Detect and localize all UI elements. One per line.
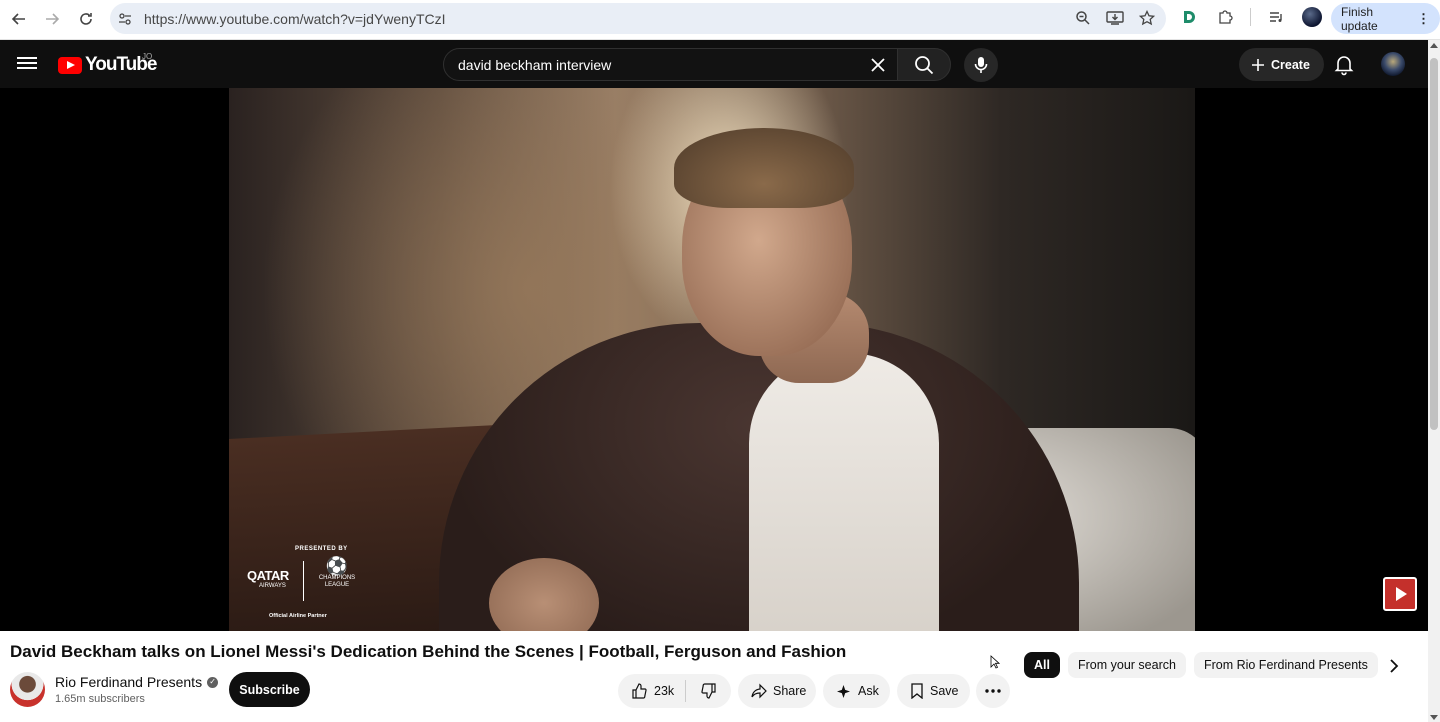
ask-button[interactable]: Ask [823, 674, 890, 708]
account-avatar[interactable] [1381, 52, 1405, 76]
mouse-cursor-icon [990, 655, 1000, 669]
sponsor-qatar: QATAR [247, 568, 289, 583]
chip-from-your-search[interactable]: From your search [1067, 652, 1186, 678]
plus-icon [1252, 58, 1264, 71]
like-button[interactable]: 23k [618, 683, 685, 699]
extension-d-icon[interactable] [1178, 6, 1200, 28]
sponsor-overlay: PRESENTED BY QATAR AIRWAYS ⚽ CHAMPIONS L… [247, 543, 377, 621]
subscribe-button[interactable]: Subscribe [229, 672, 310, 707]
profile-icon[interactable] [1301, 6, 1323, 28]
video-title: David Beckham talks on Lionel Messi's De… [10, 642, 847, 661]
url-text[interactable]: https://www.youtube.com/watch?v=jdYwenyT… [144, 11, 446, 27]
sparkle-icon [837, 684, 850, 698]
menu-kebab-icon: ⋮ [1417, 10, 1430, 26]
reload-icon[interactable] [75, 8, 97, 30]
zoom-icon[interactable] [1072, 7, 1094, 29]
chevron-right-icon[interactable] [1382, 654, 1406, 678]
youtube-logo[interactable]: YouTube JO [58, 52, 157, 76]
sponsor-airways: AIRWAYS [259, 583, 286, 589]
channel-name[interactable]: Rio Ferdinand Presents [55, 674, 202, 690]
more-actions-button[interactable] [976, 674, 1010, 708]
ask-label: Ask [858, 684, 879, 698]
channel-name-row[interactable]: Rio Ferdinand Presents ✓ [55, 674, 219, 690]
media-controls-icon[interactable] [1265, 6, 1287, 28]
notifications-bell-icon[interactable] [1332, 52, 1356, 76]
back-icon[interactable] [8, 8, 30, 30]
channel-avatar[interactable] [10, 672, 45, 707]
sponsor-presented: PRESENTED BY [295, 546, 348, 552]
sponsor-partner: Official Airline Partner [269, 613, 327, 619]
dislike-button[interactable] [686, 683, 731, 699]
scroll-up-arrow-icon[interactable] [1430, 43, 1438, 48]
clear-search-icon[interactable] [863, 50, 893, 80]
subscriber-count: 1.65m subscribers [55, 693, 145, 705]
share-arrow-icon [751, 683, 767, 699]
like-count: 23k [654, 684, 675, 698]
subscribe-watermark-icon[interactable] [1383, 577, 1417, 611]
more-horizontal-icon [985, 689, 1001, 693]
ucl-logo: ⚽ CHAMPIONS LEAGUE [317, 557, 357, 599]
country-code: JO [142, 52, 153, 61]
bookmark-icon [911, 683, 923, 699]
sponsor-ucl: CHAMPIONS LEAGUE [318, 575, 356, 588]
video-frame[interactable]: PRESENTED BY QATAR AIRWAYS ⚽ CHAMPIONS L… [229, 88, 1195, 631]
scroll-down-arrow-icon[interactable] [1430, 715, 1438, 720]
address-bar[interactable]: https://www.youtube.com/watch?v=jdYwenyT… [110, 3, 1166, 34]
share-button[interactable]: Share [738, 674, 816, 708]
video-details: David Beckham talks on Lionel Messi's De… [0, 631, 1428, 722]
youtube-app: YouTube JO david beckham interview Creat… [0, 40, 1428, 722]
browser-toolbar: https://www.youtube.com/watch?v=jdYwenyT… [0, 0, 1440, 40]
search-button[interactable] [897, 48, 951, 81]
share-label: Share [773, 684, 807, 698]
save-label: Save [930, 684, 959, 698]
scrollbar-thumb[interactable] [1430, 58, 1438, 430]
hamburger-menu-icon[interactable] [17, 54, 37, 74]
site-info-icon[interactable] [110, 4, 140, 34]
save-button[interactable]: Save [897, 674, 970, 708]
microphone-icon [974, 57, 988, 73]
thumbs-down-icon [700, 683, 716, 699]
related-filter-chips: All From your search From Rio Ferdinand … [1024, 652, 1378, 678]
extensions-puzzle-icon[interactable] [1214, 6, 1236, 28]
install-app-icon[interactable] [1104, 7, 1126, 29]
page-scrollbar[interactable] [1428, 40, 1440, 722]
chip-from-channel[interactable]: From Rio Ferdinand Presents [1193, 652, 1378, 678]
youtube-header: YouTube JO david beckham interview Creat… [0, 40, 1428, 88]
like-dislike-group: 23k [618, 674, 731, 708]
finish-update-label: Finish update [1341, 4, 1378, 33]
create-label: Create [1271, 57, 1310, 72]
thumbs-up-icon [632, 683, 647, 699]
verified-badge-icon: ✓ [207, 676, 219, 688]
search-icon [915, 55, 934, 74]
search-query[interactable]: david beckham interview [458, 57, 863, 73]
voice-search-button[interactable] [964, 48, 998, 82]
forward-icon[interactable] [41, 8, 63, 30]
video-player[interactable]: PRESENTED BY QATAR AIRWAYS ⚽ CHAMPIONS L… [0, 88, 1428, 631]
youtube-play-icon [58, 56, 82, 74]
finish-update-button[interactable]: Finish update ⋮ [1331, 3, 1440, 34]
bookmark-star-icon[interactable] [1136, 7, 1158, 29]
chip-all[interactable]: All [1024, 652, 1060, 678]
ucl-starball-icon: ⚽ [325, 556, 349, 576]
search-input[interactable]: david beckham interview [443, 48, 898, 81]
create-button[interactable]: Create [1239, 48, 1324, 81]
toolbar-separator [1250, 8, 1251, 26]
